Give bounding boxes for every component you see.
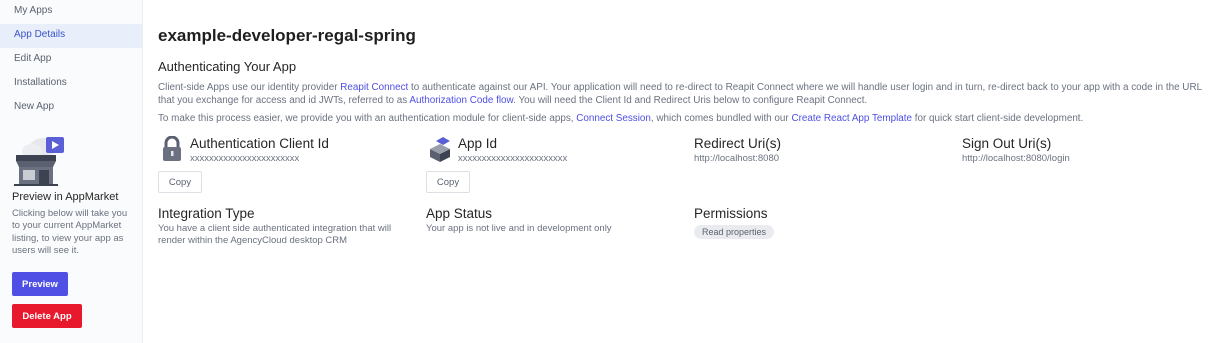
- client-id-block: Authentication Client Id xxxxxxxxxxxxxxx…: [190, 136, 329, 165]
- authorization-code-flow-link[interactable]: Authorization Code flow: [409, 95, 513, 106]
- session-text-1: To make this process easier, we provide …: [158, 113, 577, 124]
- connect-session-link[interactable]: Connect Session: [576, 113, 651, 124]
- auth-description: Client-side Apps use our identity provid…: [158, 81, 1220, 108]
- main-content: example-developer-regal-spring Authentic…: [158, 0, 1225, 343]
- cube-icon: [430, 137, 450, 162]
- page-title: example-developer-regal-spring: [158, 26, 416, 45]
- lock-icon: [163, 136, 181, 161]
- app-id-label: App Id: [458, 136, 498, 151]
- sidebar-item-my-apps[interactable]: My Apps: [0, 0, 142, 24]
- session-text-2: , which comes bundled with our: [650, 113, 792, 124]
- storefront-illustration: [14, 137, 64, 186]
- sign-out-uri-label: Sign Out Uri(s): [962, 136, 1052, 151]
- sign-out-uri-block: Sign Out Uri(s) http://localhost:8080/lo…: [962, 136, 1070, 165]
- create-react-app-template-link[interactable]: Create React App Template: [791, 113, 912, 124]
- connect-session-description: To make this process easier, we provide …: [158, 112, 1220, 125]
- sidebar-item-edit-app[interactable]: Edit App: [0, 48, 142, 72]
- redirect-uri-label: Redirect Uri(s): [694, 136, 782, 151]
- preview-button[interactable]: Preview: [12, 272, 68, 296]
- permission-tag: Read properties: [694, 225, 775, 239]
- redirect-uri-block: Redirect Uri(s) http://localhost:8080: [694, 136, 781, 165]
- app-id-value: xxxxxxxxxxxxxxxxxxxxxxx: [458, 153, 568, 164]
- integration-type-block: Integration Type You have a client side …: [158, 206, 420, 247]
- app-status-label: App Status: [426, 206, 493, 221]
- copy-app-id-button[interactable]: Copy: [426, 171, 470, 193]
- sidebar-item-app-details[interactable]: App Details: [0, 24, 142, 48]
- integration-type-label: Integration Type: [158, 206, 255, 221]
- sidebar-item-installations[interactable]: Installations: [0, 72, 142, 96]
- reapit-connect-link[interactable]: Reapit Connect: [340, 82, 408, 93]
- app-status-value: Your app is not live and in development …: [426, 223, 612, 234]
- auth-text-3: . You will need the Client Id and Redire…: [513, 95, 868, 107]
- integration-type-value: You have a client side authenticated int…: [158, 223, 392, 246]
- preview-description: Clicking below will take you to your cur…: [12, 208, 128, 257]
- copy-client-id-button[interactable]: Copy: [158, 171, 202, 193]
- delete-app-button[interactable]: Delete App: [12, 304, 82, 328]
- sidebar-nav: My Apps App Details Edit App Installatio…: [0, 0, 142, 120]
- redirect-uri-value: http://localhost:8080: [694, 153, 780, 164]
- sign-out-uri-value: http://localhost:8080/login: [962, 153, 1070, 164]
- app-status-block: App Status Your app is not live and in d…: [426, 206, 688, 235]
- app-id-block: App Id xxxxxxxxxxxxxxxxxxxxxxx: [458, 136, 567, 165]
- session-text-3: for quick start client-side development.: [912, 113, 1084, 124]
- section-title: Authenticating Your App: [158, 59, 297, 74]
- permissions-block: Permissions Read properties: [694, 206, 775, 240]
- preview-title: Preview in AppMarket: [12, 191, 119, 203]
- client-id-label: Authentication Client Id: [190, 136, 329, 151]
- sidebar-item-new-app[interactable]: New App: [0, 96, 142, 120]
- client-id-value: xxxxxxxxxxxxxxxxxxxxxxx: [190, 153, 300, 164]
- auth-text-1: Client-side Apps use our identity provid…: [158, 82, 341, 93]
- permissions-label: Permissions: [694, 206, 768, 221]
- sidebar: My Apps App Details Edit App Installatio…: [0, 0, 143, 343]
